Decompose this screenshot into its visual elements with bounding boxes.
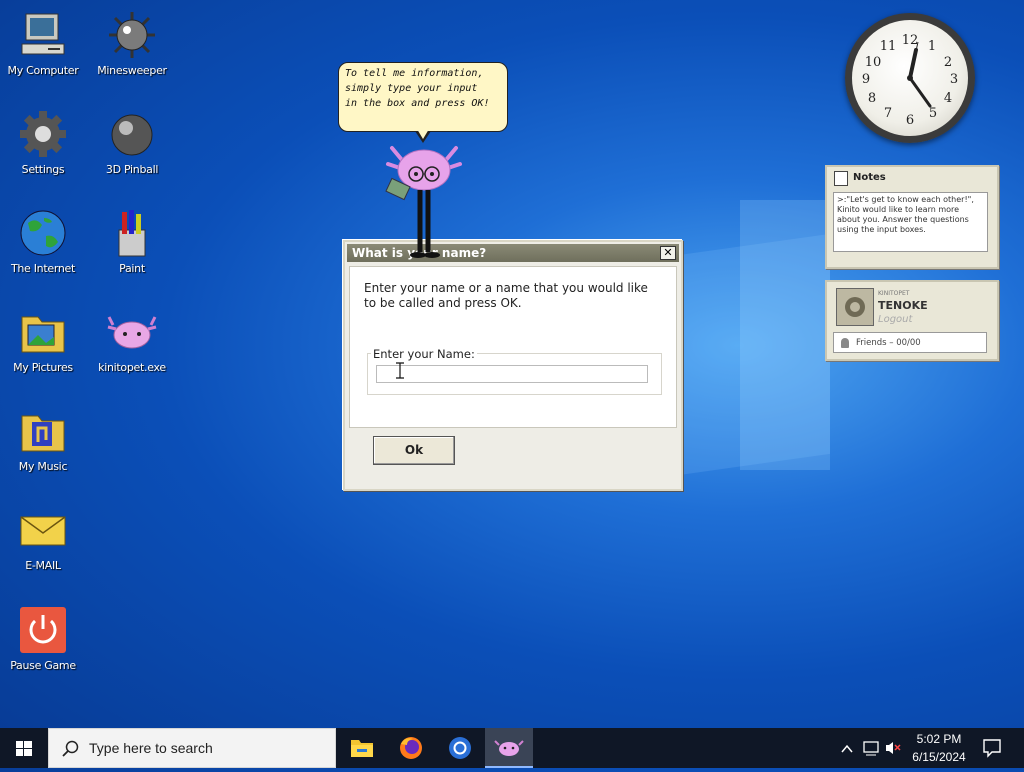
desktop-icon-label: The Internet	[10, 262, 76, 275]
notes-text: >:"Let's get to know each other!", Kinit…	[833, 192, 988, 252]
computer-icon	[18, 10, 68, 60]
clock-number: 5	[929, 106, 937, 121]
profile-widget: KINITOPET TENOKE Logout Friends – 00/00	[825, 280, 999, 361]
paint-icon	[107, 208, 157, 258]
desktop-icon-minesweeper[interactable]: Minesweeper	[90, 10, 174, 77]
browser-icon	[449, 737, 471, 759]
desktop-icon-label: My Music	[18, 460, 68, 473]
axolotl-icon	[107, 307, 157, 357]
envelope-icon	[18, 505, 68, 555]
clock-number: 10	[865, 55, 882, 70]
clock-number: 8	[868, 91, 876, 106]
taskbar-file-explorer[interactable]	[338, 728, 386, 768]
notification-center-button[interactable]	[976, 728, 1024, 768]
search-icon	[62, 740, 79, 757]
desktop-icon-my-music[interactable]: My Music	[1, 406, 85, 473]
volume-muted-icon[interactable]	[886, 742, 901, 754]
desktop-icon-label: Paint	[119, 262, 145, 275]
taskbar-search-box[interactable]: Type here to search	[48, 728, 336, 768]
dialog-body: Enter your name or a name that you would…	[349, 266, 677, 428]
notification-icon	[983, 739, 1001, 758]
speech-bubble: To tell me information, simply type your…	[338, 62, 508, 132]
power-icon	[18, 605, 68, 655]
bubble-line: in the box and press OK!	[345, 98, 490, 109]
desktop-icon-my-computer[interactable]: My Computer	[1, 10, 85, 77]
person-icon	[841, 338, 849, 348]
desktop-icon-paint[interactable]: Paint	[90, 208, 174, 275]
search-placeholder: Type here to search	[89, 740, 213, 756]
taskbar: Type here to search 5:02 PM 6/15/2024	[0, 728, 1024, 768]
profile-subtitle: KINITOPET	[878, 290, 910, 297]
taskbar-kinitopet[interactable]	[485, 728, 533, 768]
desktop-icon-label: Pause Game	[10, 659, 76, 672]
clock-number: 3	[950, 72, 958, 87]
system-tray	[836, 728, 906, 768]
firefox-icon	[400, 737, 422, 759]
notepad-icon	[834, 171, 848, 186]
pinball-icon	[107, 109, 157, 159]
ok-button[interactable]: Ok	[373, 436, 455, 465]
profile-name: TENOKE	[878, 299, 928, 312]
bubble-line: simply type your input	[345, 83, 478, 94]
desktop-icon-label: My Computer	[7, 64, 79, 77]
clock-number: 9	[862, 72, 870, 87]
chevron-up-icon[interactable]	[841, 744, 853, 753]
analog-clock-widget[interactable]: 12 1 2 3 4 5 6 7 8 9 10 11	[845, 13, 975, 143]
taskbar-firefox[interactable]	[387, 728, 435, 768]
mine-icon	[107, 10, 157, 60]
clock-number: 12	[902, 33, 919, 48]
taskbar-date: 6/15/2024	[912, 750, 966, 764]
axolotl-icon	[494, 740, 524, 756]
name-input[interactable]	[376, 365, 648, 383]
clock-face: 12 1 2 3 4 5 6 7 8 9 10 11	[862, 33, 958, 128]
avatar	[836, 288, 874, 326]
gear-icon	[18, 109, 68, 159]
desktop-icon-email[interactable]: E-MAIL	[1, 505, 85, 572]
taskbar-time: 5:02 PM	[916, 732, 962, 746]
desktop-icon-kinitopet[interactable]: kinitopet.exe	[90, 307, 174, 374]
clock-number: 11	[880, 39, 897, 54]
dialog-message: Enter your name or a name that you would…	[364, 281, 648, 310]
notes-widget[interactable]: Notes >:"Let's get to know each other!",…	[825, 165, 999, 269]
start-button[interactable]	[0, 728, 48, 768]
desktop-icon-label: kinitopet.exe	[98, 361, 166, 374]
clock-number: 7	[884, 106, 892, 121]
desktop-icon-3d-pinball[interactable]: 3D Pinball	[90, 109, 174, 176]
close-button[interactable]: ✕	[660, 246, 676, 260]
file-explorer-icon	[351, 740, 373, 757]
clock-number: 1	[928, 39, 936, 54]
folder-pictures-icon	[18, 307, 68, 357]
globe-icon	[18, 208, 68, 258]
desktop-icon-label: My Pictures	[13, 361, 73, 374]
clock-number: 2	[944, 55, 952, 70]
name-field-label: Enter your Name:	[371, 347, 477, 361]
clock-number: 6	[906, 113, 914, 128]
kinito-character[interactable]	[380, 140, 470, 265]
desktop-icon-my-pictures[interactable]: My Pictures	[1, 307, 85, 374]
desktop-icon-internet[interactable]: The Internet	[1, 208, 85, 275]
desktop-icon-pause-game[interactable]: Pause Game	[1, 605, 85, 672]
taskbar-browser[interactable]	[436, 728, 484, 768]
network-icon[interactable]	[863, 741, 879, 756]
name-fieldset: Enter your Name:	[367, 347, 662, 395]
desktop-icon-settings[interactable]: Settings	[1, 109, 85, 176]
clock-minute-hand	[908, 76, 932, 108]
bubble-tail	[417, 129, 429, 139]
wallpaper-light-beam	[740, 200, 830, 470]
text-cursor-icon	[396, 362, 404, 379]
desktop-icon-label: Settings	[21, 163, 65, 176]
taskbar-clock[interactable]: 5:02 PM 6/15/2024	[906, 730, 972, 766]
windows-logo-icon	[16, 741, 32, 756]
folder-music-icon	[18, 406, 68, 456]
friends-count[interactable]: Friends – 00/00	[833, 332, 987, 353]
desktop-icon-label: E-MAIL	[25, 559, 61, 572]
desktop-icon-label: 3D Pinball	[105, 163, 159, 176]
desktop-icon-label: Minesweeper	[97, 64, 167, 77]
clock-number: 4	[944, 91, 952, 106]
friends-label: Friends – 00/00	[856, 338, 921, 348]
logout-link[interactable]: Logout	[878, 314, 912, 325]
bubble-line: To tell me information,	[345, 68, 484, 79]
notes-title: Notes	[853, 172, 886, 183]
